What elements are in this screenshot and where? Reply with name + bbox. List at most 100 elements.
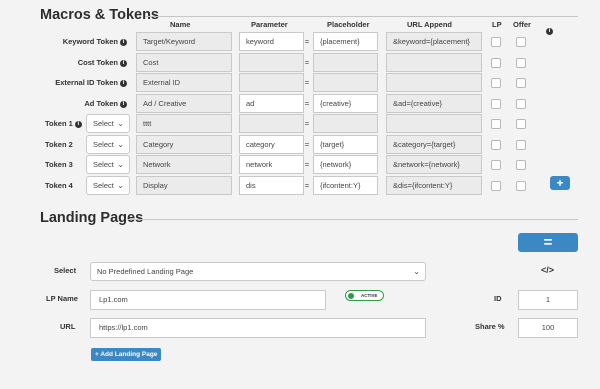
- col-header-lp: LP: [492, 20, 502, 29]
- token-type-select-value: Select: [93, 181, 114, 190]
- token-placeholder-input: [313, 53, 378, 72]
- token-type-select[interactable]: Select ⌄: [86, 176, 130, 195]
- landing-page-select-value: No Predefined Landing Page: [97, 267, 194, 276]
- token-name-input: Ad / Creative: [136, 94, 232, 113]
- token-parameter-input[interactable]: dis: [239, 176, 304, 195]
- token-type-select[interactable]: Select ⌄: [86, 135, 130, 154]
- col-header-placeholder: Placeholder: [327, 20, 370, 29]
- token-row-label: Token 1i: [45, 119, 82, 128]
- info-icon: i: [120, 39, 127, 46]
- add-landing-page-button[interactable]: + Add Landing Page: [91, 348, 162, 361]
- token-placeholder-input: [313, 73, 378, 92]
- lp-checkbox[interactable]: [491, 78, 501, 88]
- token-parameter-input: [239, 73, 304, 92]
- share-label: Share %: [475, 322, 505, 331]
- lp-name-input[interactable]: Lp1.com: [90, 290, 326, 310]
- token-row-label-text: Token 2: [45, 140, 73, 149]
- token-url-append-input: [386, 114, 482, 133]
- token-parameter-input[interactable]: keyword: [239, 32, 304, 51]
- equals-sign: =: [304, 181, 310, 190]
- token-placeholder-input[interactable]: {network}: [313, 155, 378, 174]
- offer-checkbox[interactable]: [516, 58, 526, 68]
- active-toggle-label: ACTIVE: [361, 293, 378, 298]
- chevron-down-icon: ⌄: [413, 267, 420, 276]
- token-name-input: Cost: [136, 53, 232, 72]
- token-type-select-value: Select: [93, 119, 114, 128]
- equals-sign: =: [304, 140, 310, 149]
- chevron-down-icon: ⌄: [117, 181, 124, 190]
- token-type-select-value: Select: [93, 160, 114, 169]
- token-row-label: Token 2: [45, 140, 73, 149]
- token-url-append-input: &category={target}: [386, 135, 482, 154]
- lp-checkbox[interactable]: [491, 37, 501, 47]
- token-row-label-text: Cost Token: [77, 58, 118, 67]
- token-url-append-input: &network={network}: [386, 155, 482, 174]
- token-row-label: Token 3: [45, 160, 73, 169]
- equals-sign: =: [304, 37, 310, 46]
- offer-checkbox[interactable]: [516, 78, 526, 88]
- token-row-label: Token 4: [45, 181, 73, 190]
- equals-sign: =: [304, 160, 310, 169]
- token-placeholder-input[interactable]: {placement}: [313, 32, 378, 51]
- token-row-label: External ID Token i: [22, 78, 127, 87]
- add-token-button[interactable]: +: [550, 176, 570, 190]
- lp-checkbox[interactable]: [491, 160, 501, 170]
- lp-checkbox[interactable]: [491, 140, 501, 150]
- token-placeholder-input[interactable]: {creative}: [313, 94, 378, 113]
- equals-sign: =: [304, 78, 310, 87]
- distribute-share-button[interactable]: =: [518, 233, 578, 252]
- section-divider: [128, 219, 578, 220]
- macros-section-title: Macros & Tokens: [40, 7, 159, 23]
- token-row-label-text: Keyword Token: [62, 37, 118, 46]
- landing-select-label: Select: [54, 266, 77, 275]
- lp-checkbox[interactable]: [491, 99, 501, 109]
- token-name-input: Target/Keyword: [136, 32, 232, 51]
- token-type-select[interactable]: Select ⌄: [86, 155, 130, 174]
- token-url-append-input: &ad={creative}: [386, 94, 482, 113]
- token-row-label: Cost Token i: [22, 58, 127, 67]
- landing-page-select[interactable]: No Predefined Landing Page ⌄: [90, 262, 426, 281]
- token-row-label-text: External ID Token: [55, 78, 118, 87]
- lp-url-input[interactable]: https://lp1.com: [90, 318, 426, 338]
- offer-checkbox[interactable]: [516, 160, 526, 170]
- offer-checkbox[interactable]: [516, 99, 526, 109]
- token-url-append-input: &dis={ifcontent:Y}: [386, 176, 482, 195]
- lp-id-input[interactable]: 1: [518, 290, 578, 310]
- token-row-label: Keyword Token i: [22, 37, 127, 46]
- token-parameter-input[interactable]: network: [239, 155, 304, 174]
- token-name-input: Display: [136, 176, 232, 195]
- col-header-url-append: URL Append: [407, 20, 452, 29]
- equals-sign: =: [304, 99, 310, 108]
- id-label: ID: [494, 294, 502, 303]
- token-name-input: Category: [136, 135, 232, 154]
- offer-checkbox[interactable]: [516, 181, 526, 191]
- token-placeholder-input[interactable]: {target}: [313, 135, 378, 154]
- token-type-select[interactable]: Select ⌄: [86, 114, 130, 133]
- token-row-label-text: Token 4: [45, 181, 73, 190]
- token-parameter-input: [239, 53, 304, 72]
- token-row-label-text: Token 1: [45, 119, 73, 128]
- share-percent-input[interactable]: 100: [518, 318, 578, 338]
- token-parameter-input: [239, 114, 304, 133]
- lp-checkbox[interactable]: [491, 58, 501, 68]
- token-url-append-input: [386, 53, 482, 72]
- token-parameter-input[interactable]: category: [239, 135, 304, 154]
- url-label: URL: [60, 322, 76, 331]
- token-placeholder-input[interactable]: {ifcontent:Y}: [313, 176, 378, 195]
- token-placeholder-input: [313, 114, 378, 133]
- token-type-select-value: Select: [93, 140, 114, 149]
- info-icon[interactable]: i: [544, 20, 553, 38]
- lp-checkbox[interactable]: [491, 119, 501, 129]
- offer-checkbox[interactable]: [516, 140, 526, 150]
- code-icon[interactable]: </>: [541, 265, 554, 275]
- info-icon: i: [120, 60, 127, 67]
- offer-checkbox[interactable]: [516, 119, 526, 129]
- active-toggle[interactable]: ACTIVE: [345, 290, 384, 301]
- landing-section-title: Landing Pages: [40, 210, 144, 226]
- token-url-append-input: &keyword={placement}: [386, 32, 482, 51]
- lp-checkbox[interactable]: [491, 181, 501, 191]
- token-url-append-input: [386, 73, 482, 92]
- token-parameter-input[interactable]: ad: [239, 94, 304, 113]
- offer-checkbox[interactable]: [516, 37, 526, 47]
- token-name-input: Network: [136, 155, 232, 174]
